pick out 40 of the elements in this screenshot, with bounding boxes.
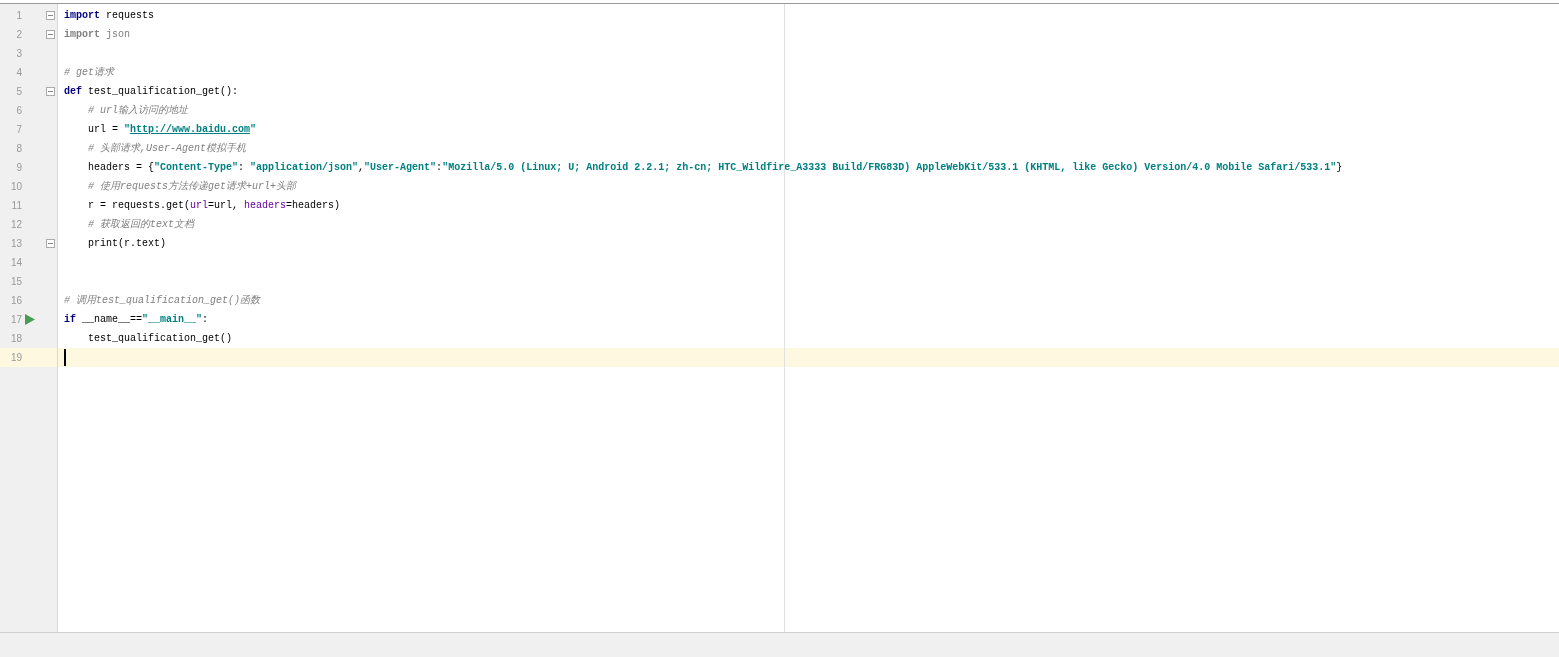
fold-icon[interactable] bbox=[46, 11, 55, 20]
code-line: r = requests.get(url=url, headers=headers) bbox=[88, 199, 341, 213]
line-number: 14 bbox=[9, 256, 22, 270]
code-line: def test_qualification_get(): bbox=[64, 85, 239, 99]
code-line: # 获取返回的text文档 bbox=[88, 217, 194, 232]
line-number: 2 bbox=[15, 28, 22, 42]
line-number: 4 bbox=[15, 66, 22, 80]
line-number: 15 bbox=[9, 275, 22, 289]
fold-icon[interactable] bbox=[46, 87, 55, 96]
fold-icon[interactable] bbox=[46, 239, 55, 248]
line-number: 16 bbox=[9, 294, 22, 308]
line-number: 17 bbox=[9, 313, 22, 327]
line-number: 3 bbox=[15, 47, 22, 61]
line-number: 7 bbox=[15, 123, 22, 137]
line-number: 19 bbox=[9, 351, 22, 365]
line-number: 10 bbox=[9, 180, 22, 194]
run-icon[interactable] bbox=[25, 314, 35, 325]
line-number: 12 bbox=[9, 218, 22, 232]
text-cursor bbox=[64, 349, 66, 366]
line-number: 6 bbox=[15, 104, 22, 118]
line-number: 13 bbox=[9, 237, 22, 251]
line-number: 5 bbox=[15, 85, 22, 99]
code-line: import json bbox=[64, 28, 131, 42]
line-number: 18 bbox=[9, 332, 22, 346]
line-number: 1 bbox=[15, 9, 22, 23]
code-line: # 调用test_qualification_get()函数 bbox=[64, 294, 261, 308]
code-line: headers = {"Content-Type": "application/json","User-Agent":"Mozilla/5.0 (Linux; U; Android 2.2.1; zh-cn; HTC_Wildfire_A3333 Build/FRG83D) AppleWebKit/533.1 (KHTML, like Gecko) Version/4.0 Mobile Safari/533.1"} bbox=[88, 161, 1343, 175]
code-line: if __name__=="__main__": bbox=[64, 313, 209, 327]
line-number: 8 bbox=[15, 142, 22, 156]
code-line: print(r.text) bbox=[88, 237, 166, 251]
code-line: # 使用requests方法传递get请求+url+头部 bbox=[88, 179, 297, 194]
code-line: url = "http://www.baidu.com" bbox=[88, 123, 257, 137]
code-line: # 头部请求,User-Agent模拟手机 bbox=[88, 141, 246, 156]
code-line: # get请求 bbox=[64, 66, 114, 80]
code-line: # url输入访问的地址 bbox=[88, 103, 188, 118]
code-line: test_qualification_get() bbox=[88, 332, 233, 346]
fold-icon[interactable] bbox=[46, 30, 55, 39]
code-line: import requests bbox=[64, 9, 155, 23]
line-number: 9 bbox=[15, 161, 22, 175]
line-number: 11 bbox=[10, 199, 22, 213]
